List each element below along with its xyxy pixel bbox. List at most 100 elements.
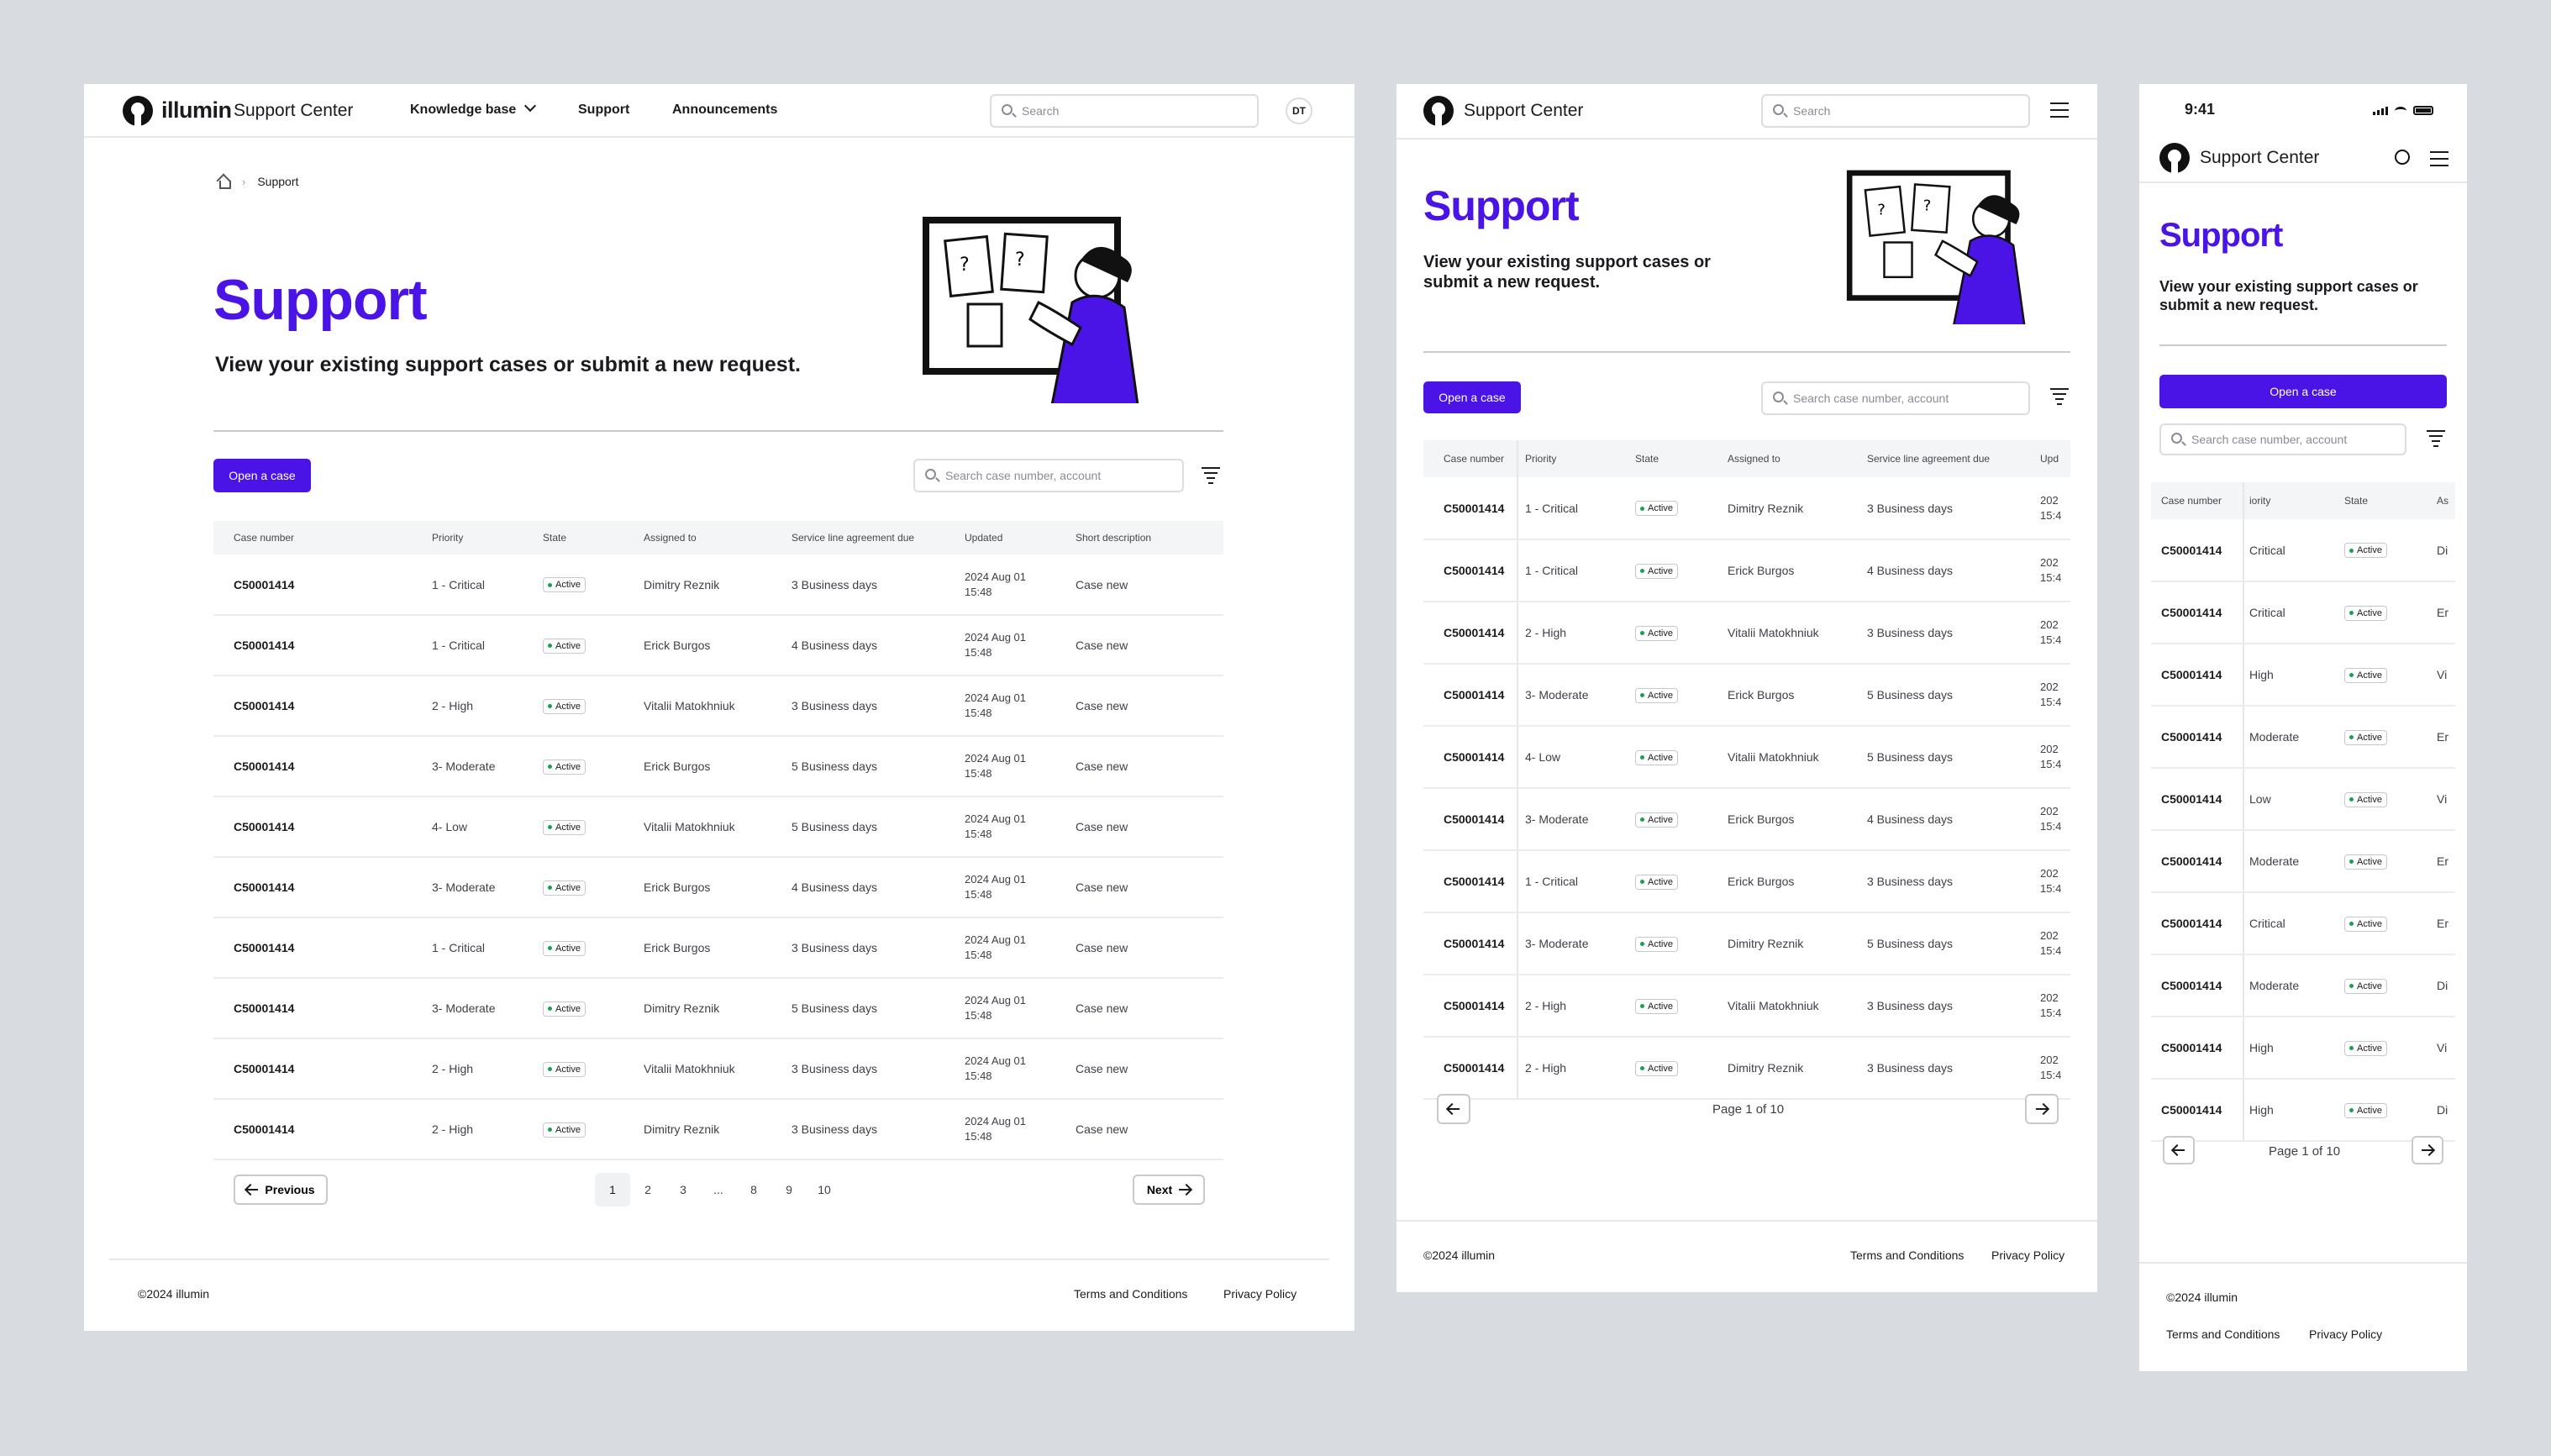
avatar[interactable]: DT	[1286, 97, 1312, 124]
table-row[interactable]: C50001414 2 - High Active Dimitry Reznik 3 B…	[213, 1099, 1223, 1160]
page-number[interactable]: 1	[595, 1173, 630, 1206]
table-row[interactable]: C50001414 High Active Vi	[2151, 1017, 2455, 1080]
table-row[interactable]: C50001414 Moderate Active Er	[2151, 706, 2455, 769]
case-number[interactable]: C50001414	[213, 615, 432, 676]
logo-icon[interactable]	[123, 96, 153, 126]
case-search-input[interactable]: Search case number, account	[1761, 381, 2030, 415]
table-row[interactable]: C50001414 Moderate Active Di	[2151, 954, 2455, 1017]
table-row[interactable]: C50001414 2 - High Active Vitalii Matokhniu…	[213, 675, 1223, 737]
case-number[interactable]: C50001414	[1423, 788, 1518, 851]
case-number[interactable]: C50001414	[1423, 975, 1518, 1038]
column-header[interactable]: Priority	[432, 521, 543, 555]
footer-terms-link[interactable]: Terms and Conditions	[2166, 1327, 2280, 1341]
case-search-input[interactable]: Search case number, account	[2159, 423, 2406, 455]
table-row[interactable]: C50001414 1 - Critical Active Erick Burgos 3…	[1423, 850, 2070, 913]
table-row[interactable]: C50001414 Moderate Active Er	[2151, 830, 2455, 893]
case-number[interactable]: C50001414	[2151, 768, 2244, 831]
logo-icon[interactable]	[1423, 96, 1454, 126]
open-case-button[interactable]: Open a case	[213, 459, 311, 492]
previous-button[interactable]: Previous	[234, 1175, 328, 1205]
table-row[interactable]: C50001414 4- Low Active Vitalii Matokhniuk 5…	[213, 796, 1223, 858]
search-icon[interactable]	[2395, 150, 2410, 165]
table-row[interactable]: C50001414 Critical Active Di	[2151, 519, 2455, 582]
table-row[interactable]: C50001414 1 - Critical Active Erick Burgos 4…	[1423, 539, 2070, 602]
column-header[interactable]: Priority	[1517, 440, 1628, 477]
table-row[interactable]: C50001414 Low Active Vi	[2151, 768, 2455, 831]
next-button[interactable]	[2412, 1136, 2443, 1164]
footer-terms-link[interactable]: Terms and Conditions	[1850, 1248, 1964, 1262]
case-number[interactable]: C50001414	[2151, 706, 2244, 769]
case-number[interactable]: C50001414	[1423, 912, 1518, 975]
case-number[interactable]: C50001414	[2151, 892, 2244, 955]
column-header[interactable]: Updated	[965, 521, 1076, 555]
column-header[interactable]: iority	[2243, 482, 2339, 519]
case-number[interactable]: C50001414	[1423, 539, 1518, 602]
footer-terms-link[interactable]: Terms and Conditions	[1074, 1287, 1187, 1301]
nav-support[interactable]: Support	[578, 102, 629, 118]
menu-icon[interactable]	[2050, 102, 2069, 118]
case-number[interactable]: C50001414	[2151, 1017, 2244, 1080]
table-row[interactable]: C50001414 Critical Active Er	[2151, 892, 2455, 955]
table-row[interactable]: C50001414 3- Moderate Active Erick Burgos 5 …	[1423, 664, 2070, 727]
case-number[interactable]: C50001414	[2151, 519, 2244, 582]
footer-privacy-link[interactable]: Privacy Policy	[1991, 1248, 2064, 1262]
nav-knowledge-base[interactable]: Knowledge base	[410, 99, 537, 118]
table-row[interactable]: C50001414 1 - Critical Active Dimitry Rezni…	[213, 555, 1223, 616]
table-row[interactable]: C50001414 3- Moderate Active Erick Burgos 4 …	[213, 857, 1223, 918]
case-number[interactable]: C50001414	[2151, 1079, 2244, 1142]
previous-button[interactable]	[1437, 1094, 1470, 1124]
case-number[interactable]: C50001414	[213, 978, 432, 1039]
table-row[interactable]: C50001414 Critical Active Er	[2151, 581, 2455, 644]
case-number[interactable]: C50001414	[1423, 726, 1518, 789]
table-row[interactable]: C50001414 3- Moderate Active Erick Burgos 5 …	[213, 736, 1223, 797]
case-number[interactable]: C50001414	[213, 796, 432, 858]
case-number[interactable]: C50001414	[2151, 954, 2244, 1017]
filter-icon[interactable]	[2427, 430, 2445, 447]
footer-privacy-link[interactable]: Privacy Policy	[1223, 1287, 1297, 1301]
menu-icon[interactable]	[2430, 151, 2448, 166]
table-row[interactable]: C50001414 2 - High Active Vitalii Matokhniu…	[1423, 975, 2070, 1038]
table-row[interactable]: C50001414 2 - High Active Vitalii Matokhniu…	[1423, 602, 2070, 665]
footer-privacy-link[interactable]: Privacy Policy	[2309, 1327, 2382, 1341]
column-header[interactable]: Case number	[1423, 440, 1518, 477]
table-row[interactable]: C50001414 1 - Critical Active Erick Burgos 4…	[213, 615, 1223, 676]
case-number[interactable]: C50001414	[1423, 850, 1518, 913]
page-number[interactable]: 2	[630, 1173, 665, 1206]
column-header[interactable]: As	[2432, 482, 2455, 519]
case-search-input[interactable]: Search case number, account	[913, 459, 1184, 492]
table-row[interactable]: C50001414 1 - Critical Active Dimitry Rezni…	[1423, 477, 2070, 540]
case-number[interactable]: C50001414	[2151, 644, 2244, 707]
logo-icon[interactable]	[2159, 143, 2190, 173]
nav-announcements[interactable]: Announcements	[672, 102, 777, 118]
table-row[interactable]: C50001414 2 - High Active Vitalii Matokhniu…	[213, 1038, 1223, 1100]
case-number[interactable]: C50001414	[2151, 830, 2244, 893]
case-number[interactable]: C50001414	[213, 675, 432, 737]
case-number[interactable]: C50001414	[213, 1099, 432, 1160]
table-row[interactable]: C50001414 3- Moderate Active Dimitry Reznik…	[1423, 912, 2070, 975]
column-header[interactable]: Case number	[2151, 482, 2244, 519]
case-number[interactable]: C50001414	[2151, 581, 2244, 644]
case-number[interactable]: C50001414	[213, 1038, 432, 1100]
column-header[interactable]: Service line agreement due	[792, 521, 965, 555]
case-number[interactable]: C50001414	[1423, 602, 1518, 665]
page-number[interactable]: 10	[807, 1173, 842, 1206]
open-case-button[interactable]: Open a case	[2159, 375, 2447, 408]
case-number[interactable]: C50001414	[1423, 664, 1518, 727]
table-row[interactable]: C50001414 3- Moderate Active Dimitry Reznik…	[213, 978, 1223, 1039]
table-row[interactable]: C50001414 2 - High Active Dimitry Reznik 3 B…	[1423, 1037, 2070, 1100]
case-number[interactable]: C50001414	[213, 555, 432, 616]
table-row[interactable]: C50001414 3- Moderate Active Erick Burgos 4 …	[1423, 788, 2070, 851]
table-row[interactable]: C50001414 4- Low Active Vitalii Matokhniuk 5…	[1423, 726, 2070, 789]
filter-icon[interactable]	[2050, 388, 2069, 405]
previous-button[interactable]	[2163, 1136, 2195, 1164]
header-search-input[interactable]: Search	[990, 94, 1259, 128]
page-number[interactable]: 9	[771, 1173, 807, 1206]
brand-name[interactable]: illumin	[161, 97, 232, 124]
filter-icon[interactable]	[1202, 467, 1220, 484]
table-row[interactable]: C50001414 High Active Vi	[2151, 644, 2455, 707]
case-number[interactable]: C50001414	[213, 857, 432, 918]
column-header[interactable]: Assigned to	[1721, 440, 1860, 477]
table-row[interactable]: C50001414 High Active Di	[2151, 1079, 2455, 1142]
case-number[interactable]: C50001414	[213, 917, 432, 979]
page-number[interactable]: 8	[736, 1173, 771, 1206]
